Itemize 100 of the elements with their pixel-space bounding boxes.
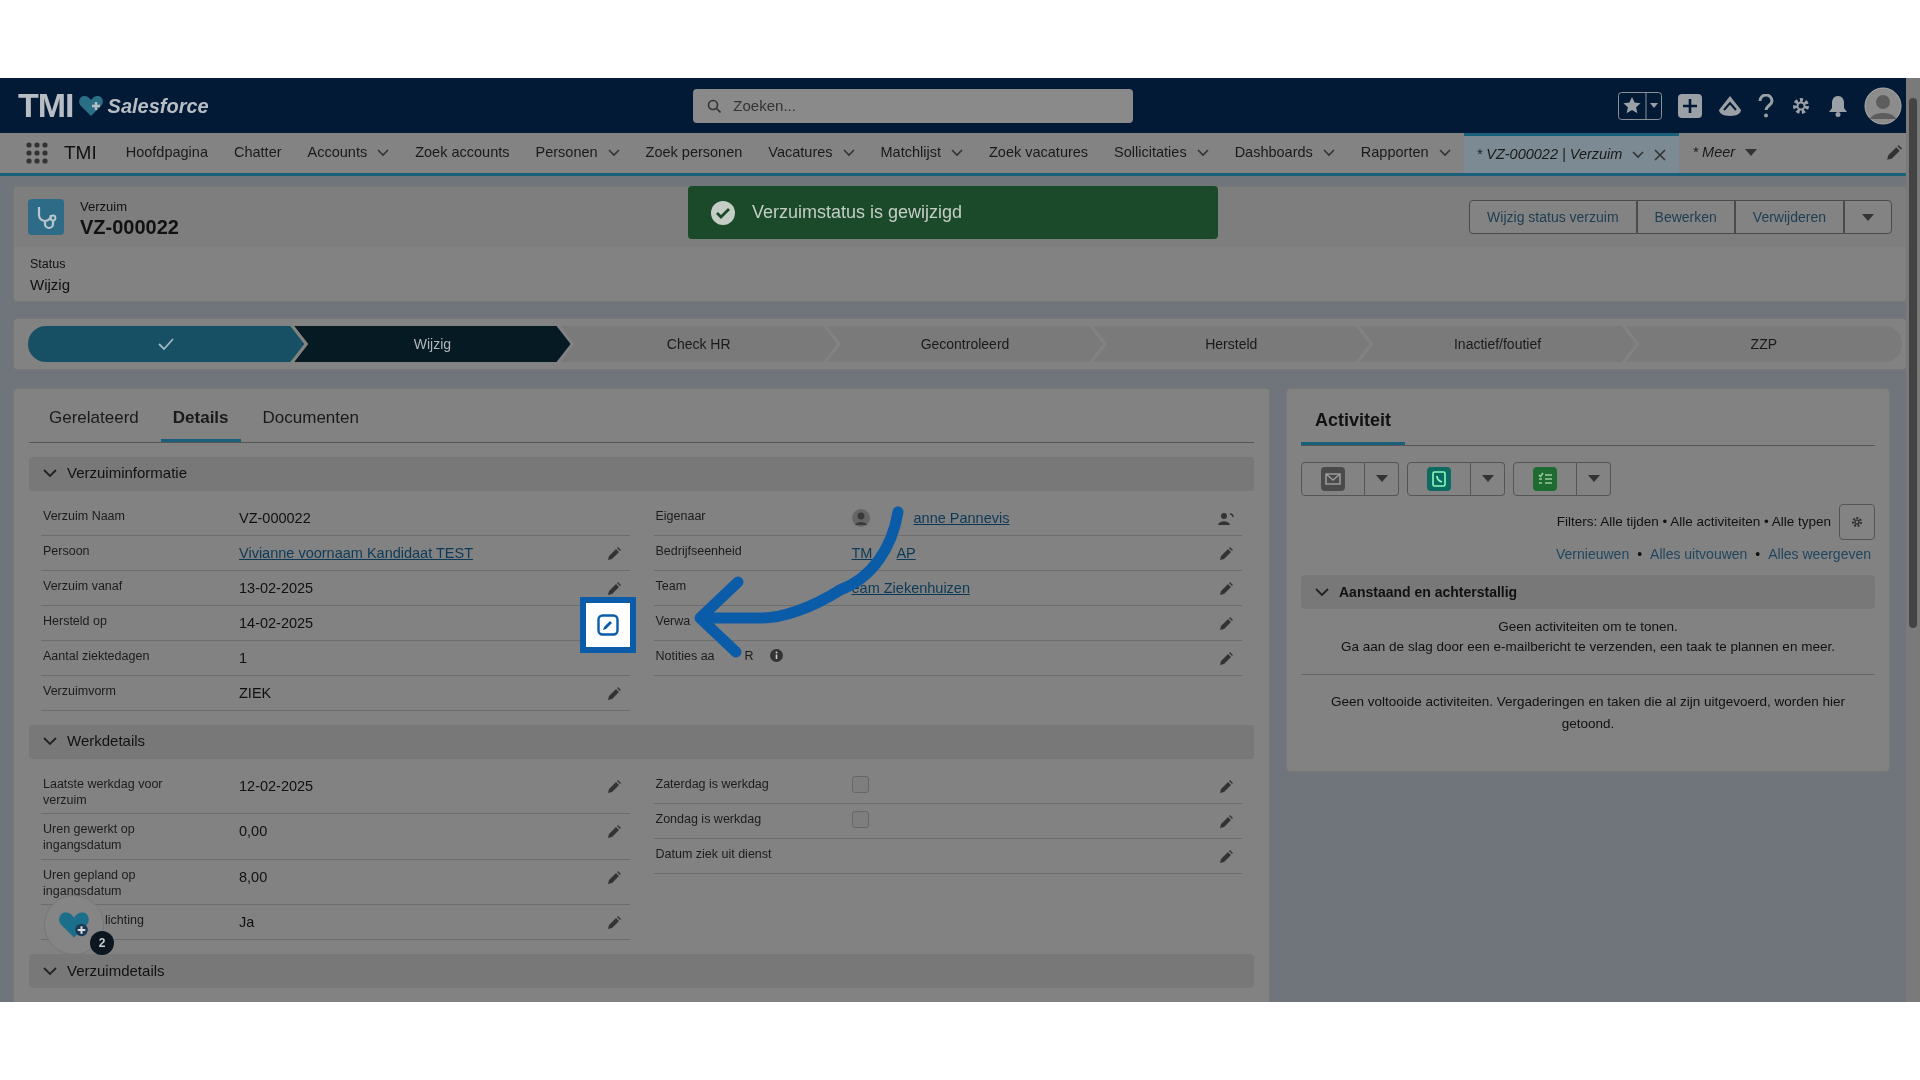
pencil-icon[interactable] xyxy=(606,546,621,561)
chevron-down-icon[interactable] xyxy=(1438,149,1451,157)
nav-item[interactable]: Hoofdpagina xyxy=(112,133,221,173)
action-button[interactable]: Bewerken xyxy=(1636,200,1735,234)
tab[interactable]: Gerelateerd xyxy=(37,401,151,442)
activity-button[interactable] xyxy=(1407,462,1471,496)
chevron-down-icon[interactable] xyxy=(43,737,57,746)
field-label: lichting xyxy=(105,912,144,929)
dropdown-button[interactable] xyxy=(1471,462,1505,496)
path-step[interactable]: Inactief/foutief xyxy=(1359,326,1636,362)
nav-item[interactable]: Vacatures xyxy=(755,133,868,173)
nav-item[interactable]: Dashboards xyxy=(1221,133,1348,173)
field-link[interactable]: Vivianne voornaam Kandidaat TEST xyxy=(239,542,474,565)
nav-item[interactable]: Matchlijst xyxy=(867,133,976,173)
pencil-icon[interactable] xyxy=(1219,651,1233,666)
pencil-icon[interactable] xyxy=(1219,581,1233,596)
settings-icon[interactable] xyxy=(1850,515,1864,529)
nav-item[interactable]: Zoek accounts xyxy=(402,133,523,173)
field-link[interactable]: AP xyxy=(896,542,916,565)
section-header[interactable]: Verzuimdetails xyxy=(29,954,1254,988)
record-tab[interactable]: * VZ-000022 | Verzuim xyxy=(1463,133,1680,173)
path-step[interactable]: Hersteld xyxy=(1093,326,1370,362)
path-step[interactable]: Wijzig xyxy=(294,326,571,362)
app-launcher-icon[interactable] xyxy=(26,142,48,164)
pencil-icon[interactable] xyxy=(606,686,621,701)
email-icon[interactable] xyxy=(1321,467,1345,491)
pencil-icon[interactable] xyxy=(1886,145,1902,161)
person-icon[interactable] xyxy=(1218,511,1234,526)
nav-item[interactable]: Sollicitaties xyxy=(1101,133,1222,173)
dropdown-button[interactable] xyxy=(1577,462,1611,496)
chevron-down-icon[interactable] xyxy=(43,966,57,976)
chevron-down-icon[interactable] xyxy=(1322,149,1335,157)
dropdown-button[interactable] xyxy=(1365,462,1399,496)
scrollbar-thumb[interactable] xyxy=(1909,98,1917,628)
notifications-icon[interactable] xyxy=(1828,94,1848,117)
field-link[interactable]: TM xyxy=(851,542,873,565)
pencil-icon[interactable] xyxy=(606,779,621,794)
nav-item[interactable]: Accounts xyxy=(294,133,403,173)
pencil-icon[interactable] xyxy=(606,916,621,930)
path-step[interactable] xyxy=(28,326,305,362)
add-icon[interactable] xyxy=(1678,93,1702,118)
pencil-icon[interactable] xyxy=(1219,814,1233,829)
checkbox[interactable] xyxy=(851,810,869,828)
info-icon[interactable] xyxy=(769,649,783,663)
more-actions-button[interactable] xyxy=(1844,200,1892,234)
section-header[interactable]: Werkdetails xyxy=(29,724,1254,759)
close-icon[interactable] xyxy=(1654,148,1667,161)
chevron-down-icon[interactable] xyxy=(43,469,57,478)
nav-item[interactable]: Zoek vacatures xyxy=(975,133,1102,173)
tab[interactable]: Details xyxy=(160,401,241,442)
action-button[interactable]: Verwijderen xyxy=(1734,200,1844,234)
pencil-icon[interactable] xyxy=(1219,546,1233,561)
chevron-down-icon[interactable] xyxy=(1315,587,1329,597)
pencil-icon[interactable] xyxy=(596,613,619,636)
field-link[interactable]: anne Pannevis xyxy=(913,507,1010,530)
chevron-down-icon[interactable] xyxy=(607,149,620,157)
search-field[interactable]: Zoeken... xyxy=(693,88,1134,123)
tab[interactable]: Documenten xyxy=(250,401,371,442)
scrollbar[interactable] xyxy=(1906,78,1920,1002)
nav-item[interactable]: Chatter xyxy=(220,133,295,173)
pencil-icon[interactable] xyxy=(1219,616,1233,631)
path-step[interactable]: Check HR xyxy=(560,326,837,362)
avatar[interactable] xyxy=(1864,86,1902,125)
nav-item[interactable]: Personen xyxy=(522,133,633,173)
chevron-down-icon[interactable] xyxy=(950,149,963,157)
settings-button[interactable] xyxy=(1839,504,1875,540)
caret-icon[interactable] xyxy=(1745,149,1758,157)
link[interactable]: Vernieuwen xyxy=(1556,544,1630,565)
section-header[interactable]: Aanstaand en achterstallig xyxy=(1301,575,1875,609)
caret-icon[interactable] xyxy=(1375,475,1388,483)
tab[interactable]: Activiteit xyxy=(1301,401,1406,445)
link[interactable]: Alles weergeven xyxy=(1768,544,1871,565)
nav-item[interactable]: Zoek personen xyxy=(632,133,756,173)
section-header[interactable]: Verzuiminformatie xyxy=(29,456,1254,491)
path-step[interactable]: Gecontroleerd xyxy=(826,326,1104,362)
caret-icon[interactable] xyxy=(1481,475,1494,483)
help-icon[interactable] xyxy=(1758,93,1774,118)
link[interactable]: Alles uitvouwen xyxy=(1650,544,1748,565)
activity-button[interactable] xyxy=(1513,462,1577,496)
action-button[interactable]: Wijzig status verzuim xyxy=(1469,200,1637,234)
phone-book-icon[interactable] xyxy=(1427,467,1451,491)
pencil-icon[interactable] xyxy=(1219,849,1233,864)
chevron-down-icon[interactable] xyxy=(842,149,855,157)
task-list-icon[interactable] xyxy=(1533,467,1557,491)
pencil-icon[interactable] xyxy=(606,870,621,885)
chevron-down-icon[interactable] xyxy=(1632,150,1645,159)
nav-item[interactable]: Rapporten xyxy=(1347,133,1464,173)
chevron-down-icon[interactable] xyxy=(1196,149,1209,157)
path-step[interactable]: ZZP xyxy=(1625,326,1902,362)
chevron-down-icon[interactable] xyxy=(377,149,390,157)
trail-icon[interactable] xyxy=(1718,94,1742,117)
heart-plus-icon[interactable] xyxy=(57,910,91,940)
pencil-icon[interactable] xyxy=(606,581,621,596)
caret-icon[interactable] xyxy=(1587,475,1600,483)
checkbox[interactable] xyxy=(851,775,869,793)
activity-button[interactable] xyxy=(1301,462,1365,496)
caret-icon[interactable] xyxy=(1862,213,1874,222)
pencil-icon[interactable] xyxy=(1219,779,1233,794)
more-tab[interactable]: * Meer xyxy=(1679,133,1771,173)
pencil-icon[interactable] xyxy=(606,825,621,839)
